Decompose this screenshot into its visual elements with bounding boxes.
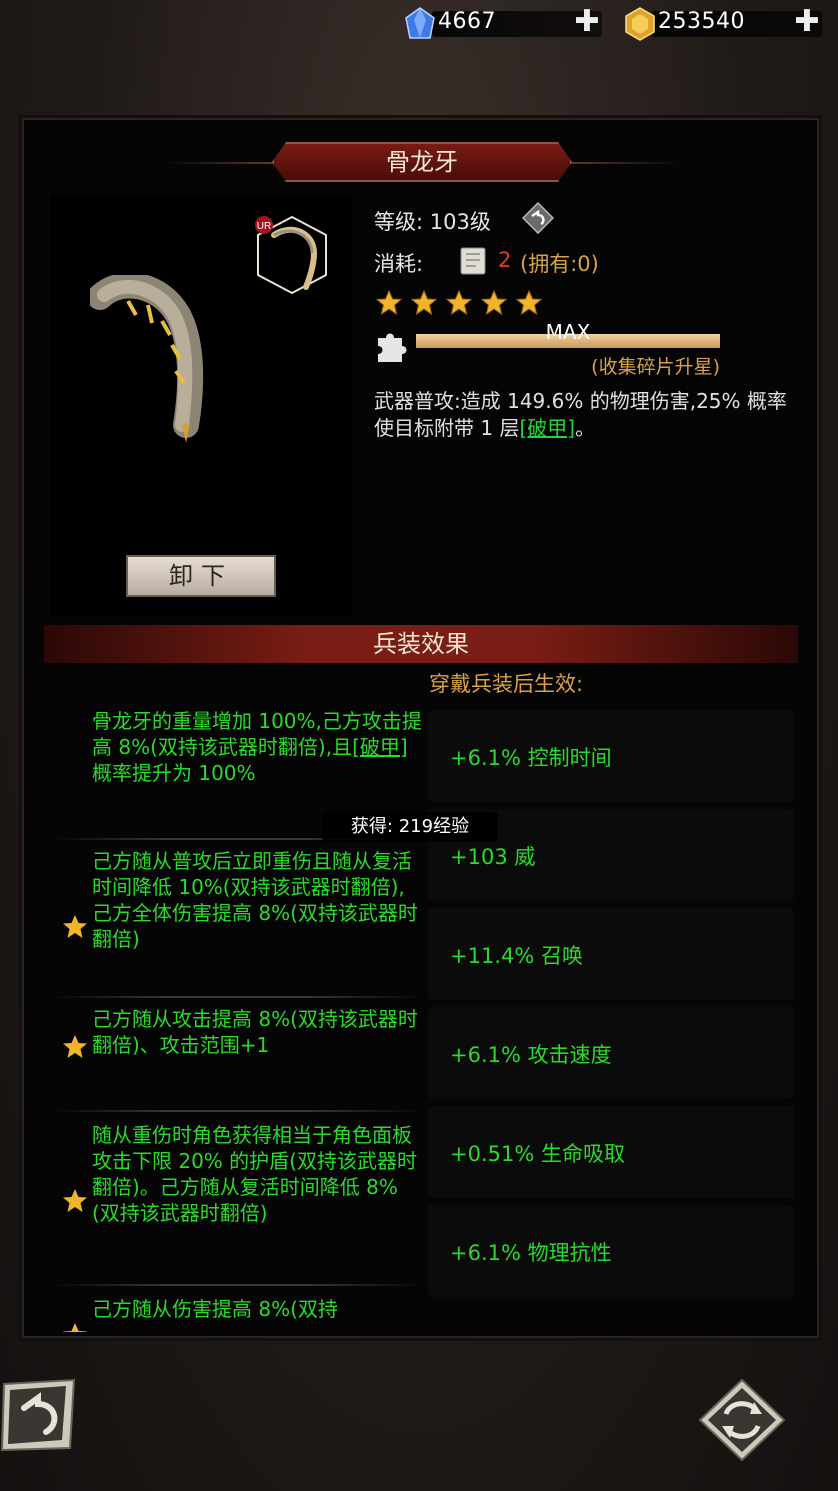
level-value: 103级 <box>429 210 491 234</box>
currency-bar: 4667 ✚ 253540 ✚ <box>0 0 838 50</box>
add-gems-button[interactable]: ✚ <box>572 7 602 38</box>
bonus-stat: +6.1% 控制时间 <box>428 710 794 802</box>
bonus-stat: +6.1% 物理抗性 <box>428 1205 794 1297</box>
exp-toast: 获得: 219经验 <box>322 812 498 842</box>
star-icon <box>63 1189 87 1212</box>
star-icon <box>481 290 507 316</box>
bonus-stat: +6.1% 攻击速度 <box>428 1007 794 1099</box>
effects-subtitle: 穿戴兵装后生效: <box>429 672 584 696</box>
back-arrow-icon[interactable] <box>0 1378 80 1452</box>
cost-label: 消耗: <box>374 252 424 276</box>
effects-header: 兵装效果 <box>44 625 798 663</box>
star-icon <box>63 1035 87 1058</box>
rarity-badge: UR <box>257 221 271 232</box>
blue-gem-icon <box>405 7 435 39</box>
refresh-icon[interactable] <box>698 1378 786 1462</box>
cost-owned: (拥有:0) <box>520 252 599 276</box>
armor-break-link[interactable]: [破甲] <box>352 735 408 759</box>
bonus-stat: +0.51% 生命吸取 <box>428 1106 794 1198</box>
gem-amount: 4667 <box>438 9 496 34</box>
level-detail-button[interactable] <box>522 202 554 234</box>
cost-amount: 2 <box>498 248 512 272</box>
title-banner: 骨龙牙 <box>24 142 821 182</box>
weapon-description: 武器普攻:造成 149.6% 的物理伤害,25% 概率使目标附带 1 层[破甲]… <box>374 389 787 440</box>
item-thumbnail[interactable]: UR <box>252 213 332 297</box>
add-gold-button[interactable]: ✚ <box>792 7 822 38</box>
star-icon <box>446 290 472 316</box>
gem-counter: 4667 ✚ <box>402 6 602 42</box>
star-icon <box>411 290 437 316</box>
puzzle-piece-icon <box>378 333 407 362</box>
star-rating <box>376 290 551 318</box>
level-label: 等级: <box>374 210 424 234</box>
scroll-icon <box>460 247 486 275</box>
bone-dragon-fang-icon <box>90 275 204 443</box>
armor-break-link[interactable]: [破甲] <box>519 416 575 440</box>
gold-counter: 253540 ✚ <box>622 6 822 42</box>
item-preview: UR 卸下 <box>50 195 352 615</box>
gold-ingot-icon <box>625 7 655 41</box>
star-icon <box>516 290 542 316</box>
gold-amount: 253540 <box>658 9 745 34</box>
progress-label: MAX <box>545 320 591 344</box>
effects-list[interactable]: 骨龙牙的重量增加 100%,己方攻击提高 8%(双持该武器时翻倍),且[破甲]概… <box>50 708 424 1332</box>
bonus-stat: +11.4% 召唤 <box>428 908 794 1000</box>
item-title: 骨龙牙 <box>386 148 458 176</box>
star-icon <box>63 915 87 938</box>
star-icon <box>376 290 402 316</box>
fragment-note: (收集碎片升星) <box>591 356 720 378</box>
star-icon <box>63 1323 87 1332</box>
unequip-button[interactable]: 卸下 <box>126 555 276 597</box>
item-detail-panel: 骨龙牙 UR 卸下 等级: 103级 消耗: 2 (拥有:0) MAX (收集碎… <box>22 118 819 1338</box>
level-row: 等级: 103级 <box>374 206 491 236</box>
